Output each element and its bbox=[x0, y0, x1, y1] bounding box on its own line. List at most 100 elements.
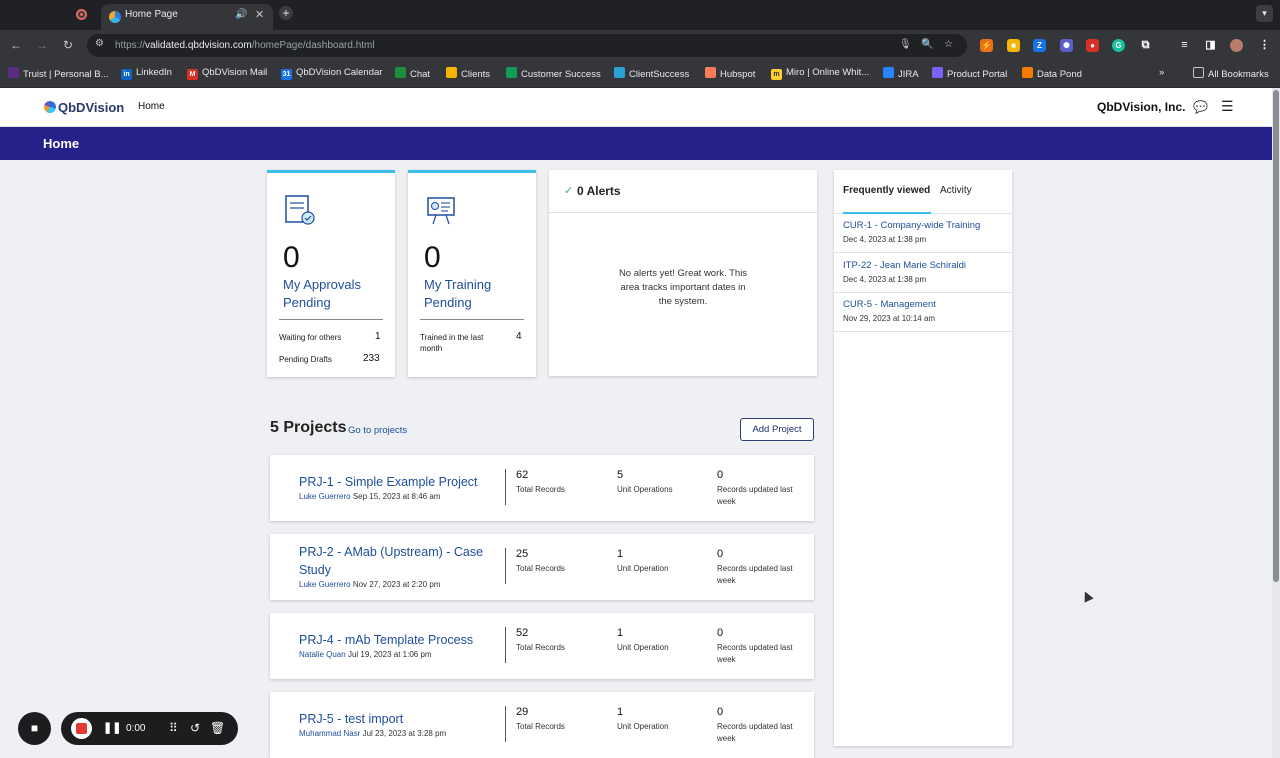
grid-icon[interactable]: ⠿ bbox=[169, 721, 178, 735]
records-updated-value: 0 bbox=[717, 469, 724, 481]
project-meta: Luke Guerrero Sep 15, 2023 at 8:46 am bbox=[299, 492, 440, 501]
total-records-label: Total Records bbox=[516, 564, 565, 573]
extension-icon[interactable]: ● bbox=[1086, 39, 1099, 52]
project-date: Jul 23, 2023 at 3:28 pm bbox=[362, 729, 447, 738]
bookmarks-overflow-button[interactable]: » bbox=[1159, 67, 1164, 78]
grammarly-icon[interactable]: G bbox=[1112, 39, 1125, 52]
bookmark-star-icon[interactable]: ☆ bbox=[944, 39, 953, 50]
back-icon[interactable]: ← bbox=[8, 36, 24, 54]
recent-item-link[interactable]: ITP-22 - Jean Marie Schiraldi bbox=[843, 260, 966, 271]
project-author-link[interactable]: Luke Guerrero bbox=[299, 492, 351, 501]
recent-item-link[interactable]: CUR-5 - Management bbox=[843, 299, 936, 310]
zoom-icon[interactable]: 🔍 bbox=[921, 39, 933, 50]
tab-activity[interactable]: Activity bbox=[940, 185, 972, 196]
project-card[interactable]: PRJ-2 - AMab (Upstream) - Case Study Luk… bbox=[270, 534, 814, 600]
go-to-projects-link[interactable]: Go to projects bbox=[348, 425, 407, 436]
trained-last-month-value[interactable]: 4 bbox=[516, 331, 522, 342]
recorder-controls: ❚❚ 0:00 ⠿ ↺ 🗑 bbox=[61, 712, 238, 745]
stop-recording-button[interactable] bbox=[71, 718, 92, 739]
records-updated-label: Records updated last week bbox=[717, 564, 793, 585]
chat-icon[interactable]: 💬 bbox=[1193, 100, 1208, 114]
project-name-link[interactable]: PRJ-5 - test import bbox=[299, 710, 489, 728]
bookmark-item[interactable]: Data Pond bbox=[1022, 67, 1082, 80]
divider bbox=[279, 319, 383, 320]
list-item[interactable]: CUR-5 - Management Nov 29, 2023 at 10:14… bbox=[834, 293, 1012, 332]
browser-tab-active[interactable]: Home Page 🔊 ✕ bbox=[101, 4, 273, 30]
all-bookmarks-button[interactable]: All Bookmarks bbox=[1193, 67, 1269, 80]
bookmark-item[interactable]: M QbDVision Mail bbox=[187, 67, 267, 80]
hamburger-menu-icon[interactable]: ☰ bbox=[1221, 98, 1234, 115]
browser-menu-icon[interactable]: ⋮ bbox=[1258, 39, 1271, 52]
check-icon: ✓ bbox=[564, 185, 574, 197]
training-card[interactable]: 0 My Training Pending Trained in the las… bbox=[408, 170, 536, 377]
bookmark-item[interactable]: Truist | Personal B... bbox=[8, 67, 109, 80]
bookmark-item[interactable]: Hubspot bbox=[705, 67, 755, 80]
media-controls-icon[interactable]: ≡ bbox=[1178, 39, 1191, 52]
total-records-value: 25 bbox=[516, 548, 529, 560]
extension-icon[interactable]: ✺ bbox=[1060, 39, 1073, 52]
project-author-link[interactable]: Luke Guerrero bbox=[299, 580, 351, 589]
restart-icon[interactable]: ↺ bbox=[190, 721, 200, 735]
nav-home-link[interactable]: Home bbox=[138, 101, 165, 112]
camera-icon[interactable]: ■ bbox=[18, 712, 51, 745]
scrollbar-thumb[interactable] bbox=[1273, 90, 1279, 582]
project-name-link[interactable]: PRJ-4 - mAb Template Process bbox=[299, 631, 489, 649]
training-presentation-icon bbox=[427, 197, 455, 225]
bookmark-item[interactable]: ClientSuccess bbox=[614, 67, 689, 80]
forward-icon[interactable]: → bbox=[34, 36, 50, 54]
waiting-for-others-value[interactable]: 1 bbox=[375, 331, 381, 342]
zoom-extension-icon[interactable]: Z bbox=[1033, 39, 1046, 52]
tab-close-icon[interactable]: ✕ bbox=[255, 8, 264, 21]
extension-icon[interactable]: ■ bbox=[1007, 39, 1020, 52]
add-project-button[interactable]: Add Project bbox=[740, 418, 814, 441]
bookmark-item[interactable]: JIRA bbox=[883, 67, 919, 80]
tab-search-button[interactable]: ▾ bbox=[1256, 5, 1273, 22]
bookmark-item[interactable]: Chat bbox=[395, 67, 430, 80]
bookmark-item[interactable]: Customer Success bbox=[506, 67, 601, 80]
alerts-header: ✓ 0 Alerts bbox=[549, 170, 817, 213]
pending-drafts-value[interactable]: 233 bbox=[363, 353, 380, 364]
pause-icon[interactable]: ❚❚ bbox=[103, 721, 121, 734]
project-card[interactable]: PRJ-5 - test import Muhammad Nasr Jul 23… bbox=[270, 692, 814, 758]
records-updated-label: Records updated last week bbox=[717, 722, 793, 743]
page-scrollbar[interactable] bbox=[1272, 88, 1280, 758]
project-card[interactable]: PRJ-1 - Simple Example Project Luke Guer… bbox=[270, 455, 814, 521]
project-meta: Muhammad Nasr Jul 23, 2023 at 3:28 pm bbox=[299, 729, 446, 738]
microphone-icon[interactable]: 🎙 bbox=[899, 39, 912, 50]
address-bar[interactable]: ⚙ https://validated.qbdvision.com/homePa… bbox=[87, 34, 967, 57]
new-tab-button[interactable]: + bbox=[279, 6, 293, 20]
total-records-value: 62 bbox=[516, 469, 529, 481]
reload-icon[interactable]: ↻ bbox=[60, 36, 76, 54]
project-name-link[interactable]: PRJ-1 - Simple Example Project bbox=[299, 473, 489, 491]
project-name-link[interactable]: PRJ-2 - AMab (Upstream) - Case Study bbox=[299, 543, 489, 579]
approvals-label[interactable]: My Approvals Pending bbox=[283, 276, 387, 312]
list-item[interactable]: ITP-22 - Jean Marie Schiraldi Dec 4, 202… bbox=[834, 254, 1012, 293]
recording-tab-icon[interactable] bbox=[76, 9, 87, 20]
side-panel-icon[interactable]: ◨ bbox=[1204, 39, 1217, 52]
project-author-link[interactable]: Muhammad Nasr bbox=[299, 729, 360, 738]
recent-item-link[interactable]: CUR-1 - Company-wide Training bbox=[843, 220, 980, 231]
list-item[interactable]: CUR-1 - Company-wide Training Dec 4, 202… bbox=[834, 214, 1012, 253]
approvals-card[interactable]: 0 My Approvals Pending Waiting for other… bbox=[267, 170, 395, 377]
bookmark-item[interactable]: m Miro | Online Whit... bbox=[771, 67, 869, 80]
bookmark-item[interactable]: Clients bbox=[446, 67, 490, 80]
tab-frequently-viewed[interactable]: Frequently viewed bbox=[843, 185, 930, 196]
project-author-link[interactable]: Natalie Quan bbox=[299, 650, 346, 659]
site-info-icon[interactable]: ⚙ bbox=[95, 38, 104, 49]
project-card[interactable]: PRJ-4 - mAb Template Process Natalie Qua… bbox=[270, 613, 814, 679]
bookmark-item[interactable]: Product Portal bbox=[932, 67, 1007, 80]
records-updated-value: 0 bbox=[717, 548, 724, 560]
bookmark-item[interactable]: in LinkedIn bbox=[121, 67, 172, 80]
url-text[interactable]: https://validated.qbdvision.com/homePage… bbox=[115, 40, 375, 51]
extensions-puzzle-icon[interactable]: ⧉ bbox=[1139, 39, 1152, 52]
company-name[interactable]: QbDVision, Inc. bbox=[1097, 100, 1185, 114]
training-label[interactable]: My Training Pending bbox=[424, 276, 528, 312]
qbdvision-logo[interactable]: QbDVision bbox=[44, 100, 124, 115]
alerts-card: ✓ 0 Alerts No alerts yet! Great work. Th… bbox=[549, 170, 817, 376]
profile-avatar-icon[interactable] bbox=[1230, 39, 1243, 52]
trash-icon[interactable]: 🗑 bbox=[210, 721, 225, 735]
extension-icon[interactable]: ⚡ bbox=[980, 39, 993, 52]
page-title: Home bbox=[43, 136, 80, 151]
bookmark-item[interactable]: 31 QbDVision Calendar bbox=[281, 67, 382, 80]
speaker-icon[interactable]: 🔊 bbox=[235, 9, 247, 20]
